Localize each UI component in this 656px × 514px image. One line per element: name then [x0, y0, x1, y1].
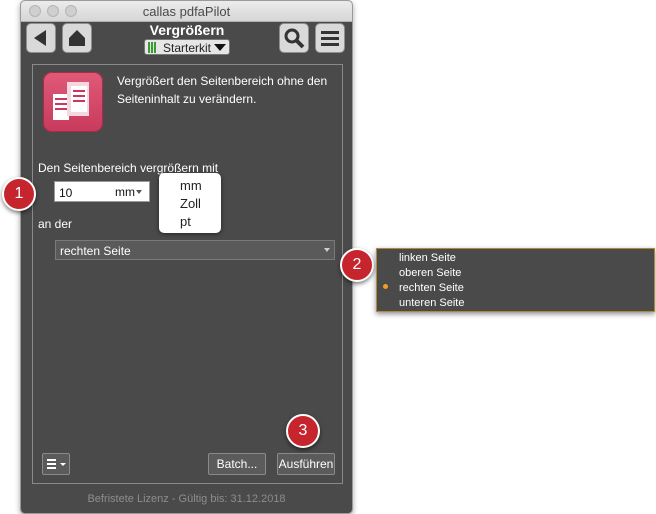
kit-label: Starterkit: [163, 41, 212, 55]
list-menu-icon: [47, 459, 66, 469]
home-button[interactable]: [62, 23, 92, 53]
unit-option-pt[interactable]: pt: [180, 214, 191, 229]
starterkit-dropdown[interactable]: Starterkit: [144, 39, 230, 55]
unit-option-zoll[interactable]: Zoll: [180, 196, 201, 211]
page-title: Vergrößern: [149, 22, 225, 38]
side-select-value: rechten Seite: [60, 244, 131, 258]
home-icon: [69, 30, 85, 46]
search-button[interactable]: [279, 23, 309, 53]
unit-option-mm[interactable]: mm: [180, 178, 202, 193]
callout-1: 1: [2, 177, 36, 211]
side-select[interactable]: rechten Seite: [55, 240, 335, 260]
toolbar: Vergrößern Starterkit: [21, 22, 352, 64]
license-status: Befristete Lizenz - Gültig bis: 31.12.20…: [87, 493, 286, 505]
amount-input[interactable]: 10 mm: [54, 181, 150, 202]
back-button[interactable]: [26, 23, 56, 53]
kit-bars-icon: [148, 42, 159, 53]
unit-options-popup: mm Zoll pt: [159, 173, 221, 233]
window-title: callas pdfaPilot: [142, 4, 231, 19]
amount-value: 10: [59, 186, 73, 200]
side-options-menu: linken Seite oberen Seite rechten Seite …: [376, 248, 655, 312]
menu-button[interactable]: [315, 23, 345, 53]
callout-2: 2: [340, 248, 374, 282]
chevron-down-icon: [136, 190, 142, 194]
side-option-bottom[interactable]: unteren Seite: [399, 297, 464, 309]
callout-3: 3: [286, 414, 320, 448]
run-button[interactable]: Ausführen: [277, 453, 335, 475]
options-menu-button[interactable]: [42, 453, 70, 475]
side-label: an der: [38, 217, 73, 231]
action-description: Vergrößert den Seitenbereich ohne den Se…: [117, 74, 328, 106]
side-option-left[interactable]: linken Seite: [399, 252, 456, 264]
title-bar: callas pdfaPilot: [21, 1, 352, 22]
side-option-right[interactable]: rechten Seite: [399, 282, 464, 294]
hamburger-menu-icon: [321, 31, 339, 46]
chevron-down-icon: [324, 248, 330, 252]
selected-dot-icon: [383, 284, 388, 289]
unit-select[interactable]: mm: [115, 185, 135, 199]
side-option-top[interactable]: oberen Seite: [399, 267, 461, 279]
back-arrow-icon: [34, 30, 46, 46]
batch-button[interactable]: Batch...: [208, 453, 266, 475]
search-icon: [284, 28, 305, 49]
app-enlarge-icon: [43, 72, 103, 132]
chevron-down-icon: [214, 44, 226, 51]
